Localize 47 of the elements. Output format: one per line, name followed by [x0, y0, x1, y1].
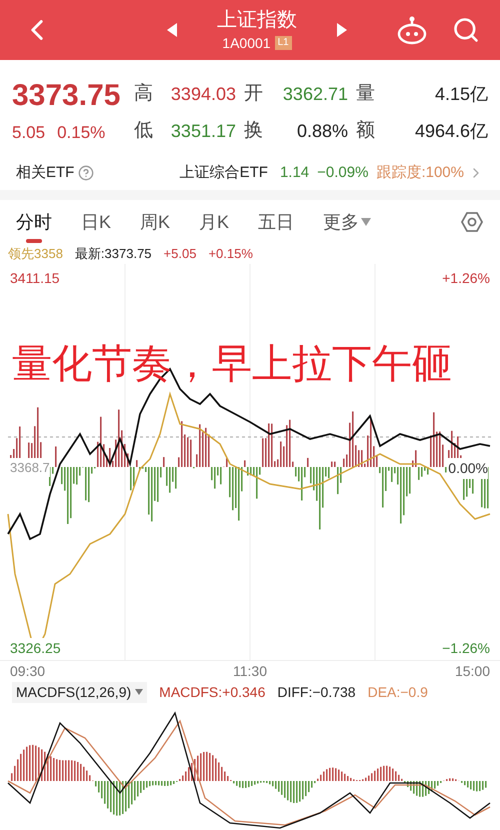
chart-tab[interactable]: 分时 [16, 200, 52, 244]
etf-price: 1.14 [280, 162, 310, 182]
price-change-percent: 0.15% [57, 122, 106, 144]
latest-change: +5.05 [164, 245, 196, 263]
indicator-value: DIFF:−0.738 [277, 682, 356, 702]
time-label: 15:00 [454, 662, 490, 680]
stat-label: 量 [356, 82, 376, 106]
stat-value: 3362.71 [282, 82, 348, 106]
latest-price: 最新:3373.75 [74, 245, 152, 263]
chart-tab[interactable]: 月K [199, 200, 230, 244]
indicator-selector[interactable]: MACDFS(12,26,9) [12, 682, 148, 702]
y-axis-mid: 3368.7 [10, 458, 50, 477]
stat-value: 4964.6亿 [414, 120, 488, 143]
stat-label: 换 [244, 118, 264, 143]
stat-value: 4.15亿 [434, 82, 488, 106]
stat-label: 高 [134, 82, 154, 106]
level-badge: L1 [274, 36, 292, 50]
header-title: 上证指数 [217, 8, 297, 32]
latest-change-percent: +0.15% [208, 245, 253, 263]
etf-tracking: 跟踪度:100% [376, 162, 464, 182]
stat-value: 3351.17 [170, 120, 236, 143]
stat-value: 3394.03 [170, 82, 236, 106]
etf-change: −0.09% [317, 162, 368, 182]
stat-label: 低 [134, 118, 154, 143]
chart-tab[interactable]: 日K [81, 200, 112, 244]
time-label: 09:30 [10, 662, 46, 680]
chart-tab[interactable]: 五日 [258, 200, 294, 244]
indicator-value: MACDFS:+0.346 [159, 682, 266, 702]
percent-mid: 0.00% [448, 458, 488, 478]
y-axis-high: 3411.15 [10, 268, 60, 288]
stat-value: 0.88% [296, 120, 348, 143]
stat-label: 额 [356, 118, 376, 143]
percent-high: +1.26% [442, 268, 490, 288]
chart-tab[interactable]: 周K [140, 200, 170, 244]
y-axis-low: 3326.25 [10, 638, 61, 658]
indicator-value: DEA:−0.9 [368, 682, 428, 702]
percent-low: −1.26% [442, 638, 490, 658]
leader-value: 领先3358 [8, 245, 63, 263]
time-label: 11:30 [233, 662, 267, 680]
stat-label: 开 [244, 82, 264, 106]
chart-tab[interactable]: 更多 [323, 200, 372, 244]
current-price: 3373.75 [12, 78, 122, 114]
etf-name[interactable]: 上证综合ETF [180, 162, 268, 184]
etf-label: 相关ETF [16, 162, 74, 182]
annotation-text: 量化节奏，早上拉下午砸 [12, 340, 452, 388]
stock-code: 1A0001 [222, 34, 271, 52]
price-change: 5.05 [12, 122, 46, 144]
